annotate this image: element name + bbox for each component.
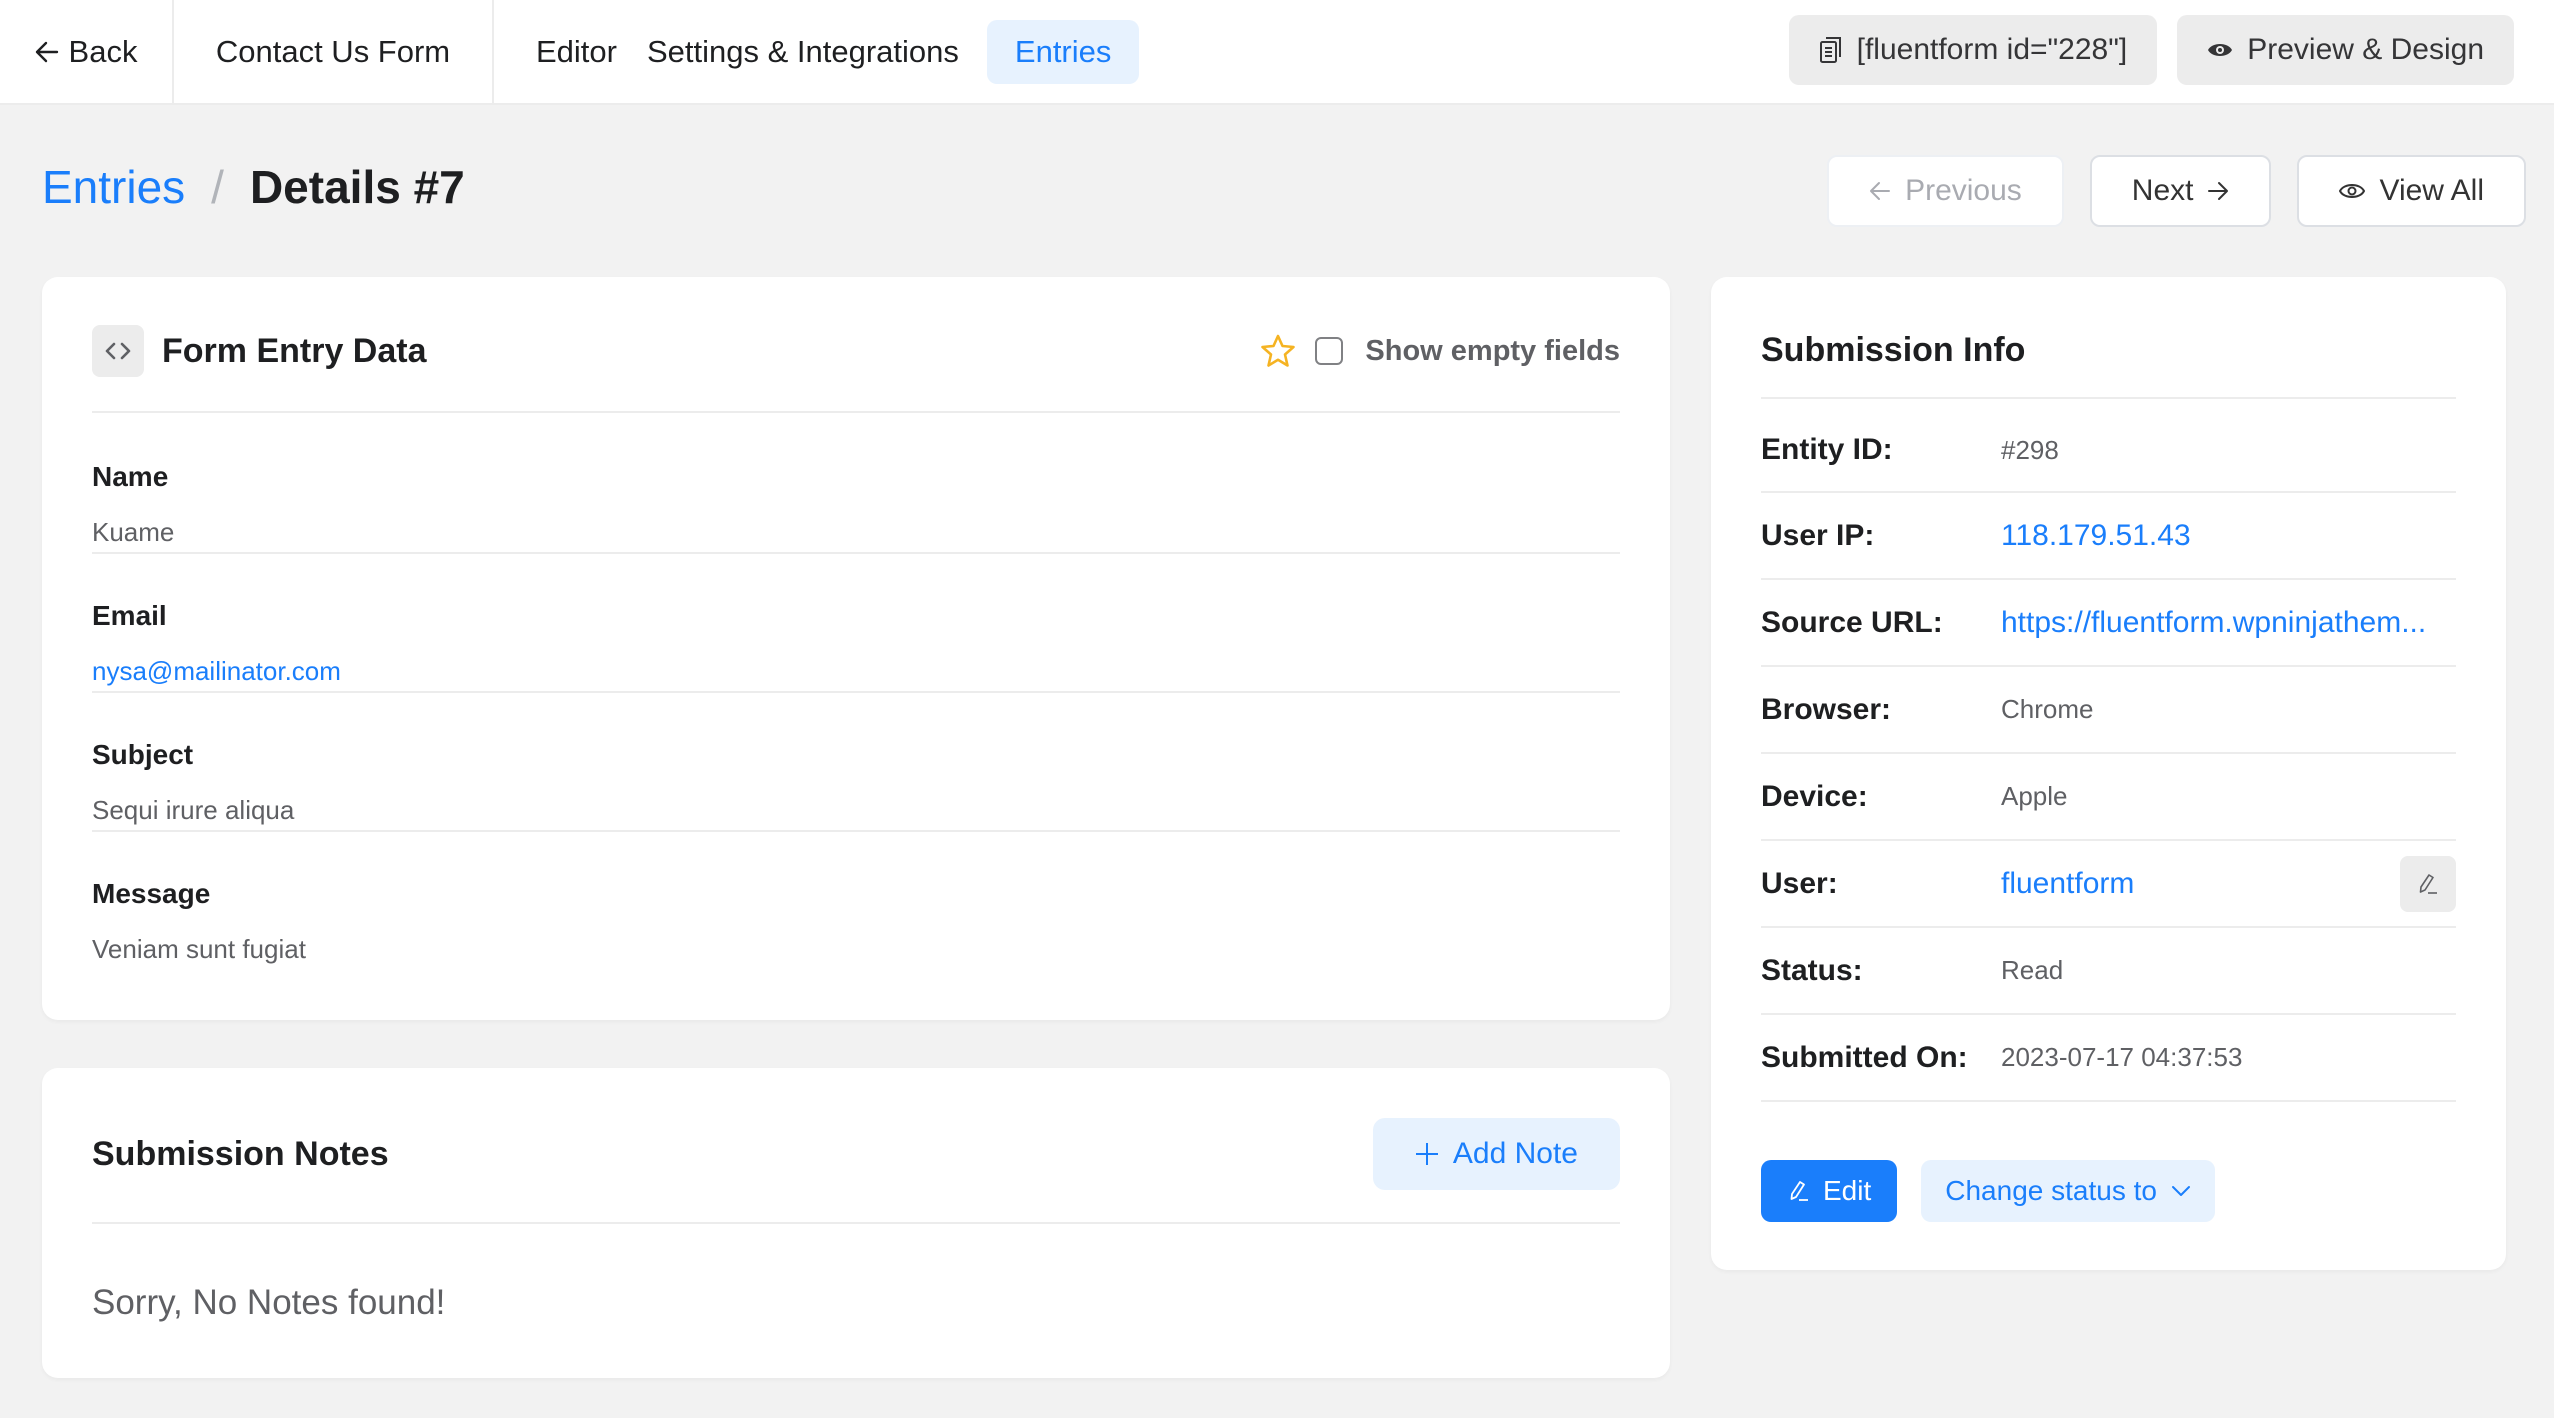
info-label: Source URL: bbox=[1761, 605, 1943, 639]
browser-value: Chrome bbox=[2001, 694, 2094, 724]
star-icon[interactable] bbox=[1259, 333, 1297, 369]
field-label: Subject bbox=[92, 739, 194, 770]
back-label: Back bbox=[68, 33, 138, 69]
form-entry-header: Form Entry Data Show empty fields bbox=[92, 325, 1620, 413]
page-title: Details #7 bbox=[249, 161, 465, 213]
submission-info-title: Submission Info bbox=[1761, 319, 2456, 399]
entry-field-subject: Subject Sequi irure aliqua bbox=[92, 693, 1620, 832]
submission-info-card: Submission Info Entity ID: #298 User IP:… bbox=[1711, 277, 2506, 1270]
source-url-link[interactable]: https://fluentform.wpninjathem... bbox=[2001, 606, 2426, 640]
entry-field-email: Email nysa@mailinator.com bbox=[92, 554, 1620, 693]
change-status-label: Change status to bbox=[1945, 1175, 2157, 1206]
show-empty-fields-label[interactable]: Show empty fields bbox=[1365, 335, 1620, 368]
info-row-source-url: Source URL: https://fluentform.wpninjath… bbox=[1761, 580, 2456, 667]
entity-id-value: #298 bbox=[2001, 434, 2059, 465]
user-link[interactable]: fluentform bbox=[2001, 867, 2134, 901]
shortcode-button[interactable]: [fluentform id="228"] bbox=[1788, 15, 2158, 85]
pencil-icon bbox=[1787, 1179, 1811, 1203]
shortcode-label: [fluentform id="228"] bbox=[1856, 33, 2128, 66]
email-link[interactable]: nysa@mailinator.com bbox=[92, 656, 1620, 687]
view-all-button[interactable]: View All bbox=[2297, 155, 2526, 227]
info-row-browser: Browser: Chrome bbox=[1761, 667, 2456, 754]
info-label: Device: bbox=[1761, 779, 1868, 813]
code-icon[interactable] bbox=[92, 325, 144, 377]
entry-fields: Name Kuame Email nysa@mailinator.com Sub… bbox=[92, 415, 1620, 971]
submitted-on-value: 2023-07-17 04:37:53 bbox=[2001, 1042, 2243, 1072]
info-label: User: bbox=[1761, 866, 1838, 900]
field-value: Sequi irure aliqua bbox=[92, 795, 295, 825]
tab-editor[interactable]: Editor bbox=[536, 20, 617, 84]
status-value: Read bbox=[2001, 955, 2064, 985]
chevron-down-icon bbox=[2171, 1185, 2191, 1197]
view-all-label: View All bbox=[2379, 174, 2484, 207]
previous-label: Previous bbox=[1905, 174, 2022, 207]
field-value: Veniam sunt fugiat bbox=[92, 934, 306, 964]
add-note-button[interactable]: Add Note bbox=[1372, 1118, 1620, 1190]
device-value: Apple bbox=[2001, 781, 2068, 811]
info-row-submitted-on: Submitted On: 2023-07-17 04:37:53 bbox=[1761, 1015, 2456, 1102]
info-row-status: Status: Read bbox=[1761, 928, 2456, 1015]
previous-button[interactable]: Previous bbox=[1827, 155, 2064, 227]
eye-icon bbox=[2339, 181, 2366, 201]
submission-info-rows: Entity ID: #298 User IP: 118.179.51.43 S… bbox=[1761, 399, 2456, 1102]
submission-info-actions: Edit Change status to bbox=[1761, 1160, 2215, 1222]
notes-header: Submission Notes Add Note bbox=[92, 1118, 1620, 1224]
info-label: Entity ID: bbox=[1761, 433, 1893, 466]
field-value: Kuame bbox=[92, 517, 175, 547]
edit-user-button[interactable] bbox=[2400, 855, 2456, 912]
field-label: Name bbox=[92, 461, 169, 492]
form-entry-title: Form Entry Data bbox=[162, 332, 427, 370]
field-label: Email bbox=[92, 600, 167, 631]
submission-notes-card: Submission Notes Add Note Sorry, No Note… bbox=[42, 1068, 1670, 1378]
show-empty-fields-checkbox[interactable] bbox=[1315, 337, 1344, 365]
user-ip-link[interactable]: 118.179.51.43 bbox=[2001, 519, 2191, 553]
plus-icon bbox=[1415, 1142, 1439, 1166]
back-button[interactable]: Back bbox=[0, 0, 174, 104]
tab-entries[interactable]: Entries bbox=[986, 19, 1140, 84]
entry-field-message: Message Veniam sunt fugiat bbox=[92, 832, 1620, 971]
preview-design-button[interactable]: Preview & Design bbox=[2177, 15, 2514, 85]
arrow-left-icon bbox=[1869, 181, 1891, 201]
arrow-right-icon bbox=[2207, 181, 2229, 201]
form-entry-tools: Show empty fields bbox=[1259, 325, 1620, 377]
change-status-dropdown[interactable]: Change status to bbox=[1921, 1160, 2215, 1222]
tab-settings-integrations[interactable]: Settings & Integrations bbox=[647, 20, 959, 84]
edit-label: Edit bbox=[1823, 1175, 1872, 1206]
breadcrumb-entries-link[interactable]: Entries bbox=[42, 160, 185, 214]
preview-label: Preview & Design bbox=[2247, 33, 2484, 66]
breadcrumb: Entries / Details #7 bbox=[42, 160, 465, 214]
arrow-left-icon bbox=[35, 41, 59, 63]
main-tabs: Editor Settings & Integrations Entries bbox=[536, 19, 1140, 84]
info-row-device: Device: Apple bbox=[1761, 754, 2456, 841]
breadcrumb-separator: / bbox=[211, 161, 224, 213]
info-label: Status: bbox=[1761, 953, 1863, 987]
info-row-user: User: fluentform bbox=[1761, 841, 2456, 928]
field-label: Message bbox=[92, 878, 211, 909]
form-name: Contact Us Form bbox=[174, 0, 494, 104]
next-label: Next bbox=[2131, 174, 2194, 207]
copy-icon bbox=[1819, 36, 1843, 64]
form-entry-card: Form Entry Data Show empty fields Name K… bbox=[42, 277, 1670, 1020]
info-row-user-ip: User IP: 118.179.51.43 bbox=[1761, 493, 2456, 580]
info-label: Browser: bbox=[1761, 692, 1892, 726]
entry-field-name: Name Kuame bbox=[92, 415, 1620, 554]
entry-pager: Previous Next View All bbox=[1827, 155, 2526, 227]
info-label: Submitted On: bbox=[1761, 1040, 1968, 1074]
pencil-icon bbox=[2416, 872, 2440, 896]
top-actions: [fluentform id="228"] Preview & Design bbox=[1788, 15, 2514, 85]
info-row-entity-id: Entity ID: #298 bbox=[1761, 399, 2456, 493]
empty-notes-message: Sorry, No Notes found! bbox=[92, 1283, 446, 1322]
add-note-label: Add Note bbox=[1452, 1137, 1578, 1170]
info-label: User IP: bbox=[1761, 518, 1875, 552]
eye-icon bbox=[2207, 40, 2233, 60]
top-bar: Back Contact Us Form Editor Settings & I… bbox=[0, 0, 2554, 105]
notes-title: Submission Notes bbox=[92, 1135, 389, 1173]
next-button[interactable]: Next bbox=[2089, 155, 2272, 227]
edit-entry-button[interactable]: Edit bbox=[1761, 1160, 1898, 1222]
